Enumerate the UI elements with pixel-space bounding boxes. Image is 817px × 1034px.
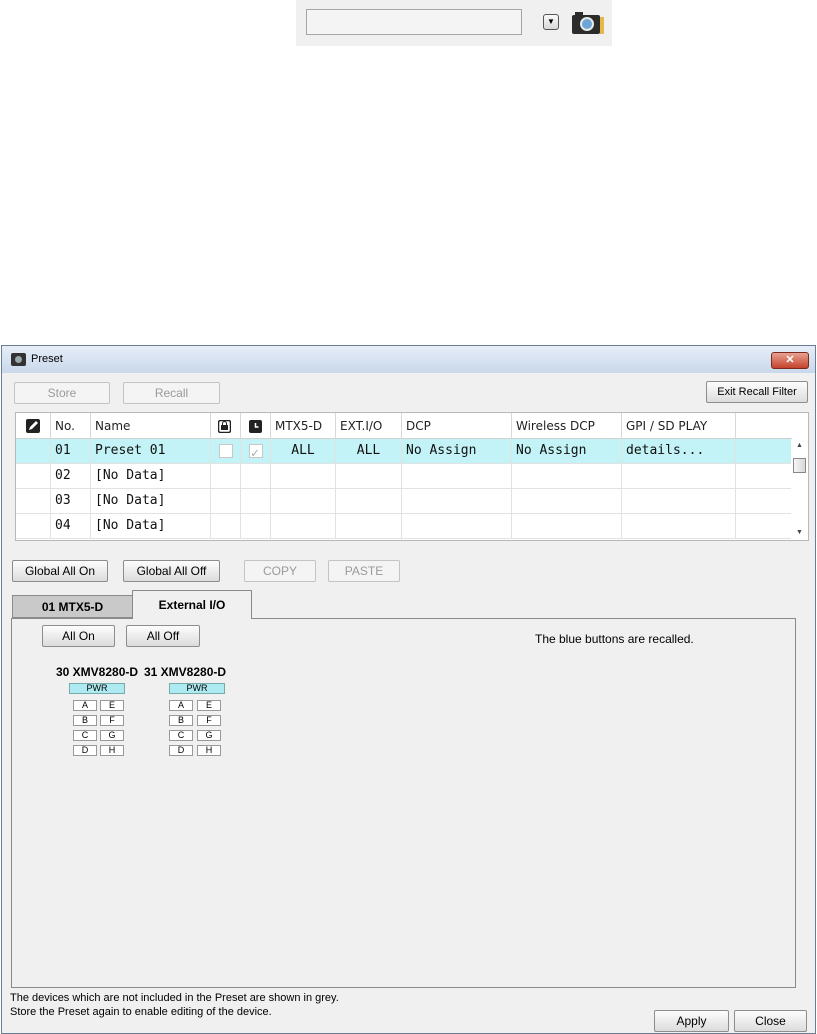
pwr-button[interactable]: PWR (169, 683, 225, 694)
row-name[interactable]: [No Data] (91, 489, 211, 513)
channel-button[interactable]: B (169, 715, 193, 726)
all-on-button[interactable]: All On (42, 625, 115, 647)
channel-button[interactable]: F (197, 715, 221, 726)
lock-icon (218, 420, 231, 433)
col-no[interactable]: No. (51, 413, 91, 439)
col-gpi[interactable]: GPI / SD PLAY (622, 413, 736, 439)
col-dcp[interactable]: DCP (402, 413, 512, 439)
global-all-off-button[interactable]: Global All Off (123, 560, 220, 582)
close-button[interactable]: Close (734, 1010, 807, 1032)
col-name[interactable]: Name (91, 413, 211, 439)
channel-button[interactable]: D (169, 745, 193, 756)
protect-checkbox[interactable] (219, 444, 233, 458)
row-no: 02 (51, 464, 91, 488)
col-mtx5d[interactable]: MTX5-D (271, 413, 336, 439)
device-31: 31 XMV8280-D PWR A E B F C G D H (144, 665, 234, 756)
channel-button[interactable]: C (73, 730, 97, 741)
external-io-panel: All On All Off The blue buttons are reca… (11, 618, 796, 988)
table-scrollbar[interactable]: ▲ ▼ (791, 439, 808, 540)
channel-button[interactable]: D (73, 745, 97, 756)
row-no: 01 (51, 439, 91, 463)
col-wireless-dcp[interactable]: Wireless DCP (512, 413, 622, 439)
recall-button[interactable]: Recall (123, 382, 220, 404)
grey-devices-note: The devices which are not included in th… (10, 992, 339, 1004)
all-off-button[interactable]: All Off (126, 625, 200, 647)
table-header: No. Name MTX5-D EXT.I/O DCP Wireless DCP… (16, 413, 792, 439)
table-row[interactable]: 03 [No Data] (16, 489, 792, 514)
top-toolbar: ▼ (296, 0, 612, 46)
col-extio[interactable]: EXT.I/O (336, 413, 402, 439)
scroll-down-icon[interactable]: ▼ (791, 526, 808, 540)
scheduler-checkbox[interactable] (249, 442, 263, 466)
channel-button[interactable]: G (197, 730, 221, 741)
app-icon (11, 353, 26, 366)
window-title: Preset (31, 353, 63, 365)
row-dcp[interactable]: No Assign (402, 439, 512, 463)
table-row[interactable]: 04 [No Data] (16, 514, 792, 539)
title-bar: Preset ✕ (2, 346, 815, 373)
channel-button[interactable]: C (169, 730, 193, 741)
device-name: 30 XMV8280-D (56, 665, 139, 679)
table-row[interactable]: 01 Preset 01 ALL ALL No Assign No Assign… (16, 439, 792, 466)
preset-window: Preset ✕ Store Recall Exit Recall Filter… (1, 345, 816, 1034)
exit-recall-filter-button[interactable]: Exit Recall Filter (706, 381, 808, 403)
channel-button[interactable]: A (169, 700, 193, 711)
row-extio[interactable]: ALL (336, 439, 402, 463)
chevron-down-icon: ▼ (547, 17, 555, 26)
paste-button[interactable]: PASTE (328, 560, 400, 582)
store-button[interactable]: Store (14, 382, 110, 404)
channel-button[interactable]: F (100, 715, 124, 726)
channel-button[interactable]: E (100, 700, 124, 711)
row-name[interactable]: Preset 01 (91, 439, 211, 463)
channel-button[interactable]: H (100, 745, 124, 756)
preset-table: No. Name MTX5-D EXT.I/O DCP Wireless DCP… (15, 412, 809, 541)
row-gpi[interactable]: details... (622, 439, 736, 463)
row-name[interactable]: [No Data] (91, 514, 211, 538)
camera-icon[interactable] (571, 10, 605, 36)
row-no: 04 (51, 514, 91, 538)
tab-01-mtx5-d[interactable]: 01 MTX5-D (12, 595, 133, 618)
table-row[interactable]: 02 [No Data] (16, 464, 792, 489)
apply-button[interactable]: Apply (654, 1010, 729, 1032)
clock-icon (249, 420, 262, 433)
preset-name-field[interactable] (306, 9, 522, 35)
close-window-button[interactable]: ✕ (771, 352, 809, 369)
copy-button[interactable]: COPY (244, 560, 316, 582)
row-wireless-dcp[interactable]: No Assign (512, 439, 622, 463)
channel-button[interactable]: G (100, 730, 124, 741)
row-no: 03 (51, 489, 91, 513)
channel-button[interactable]: B (73, 715, 97, 726)
scroll-up-icon[interactable]: ▲ (791, 439, 808, 453)
channel-button[interactable]: A (73, 700, 97, 711)
edit-icon (26, 419, 40, 433)
global-all-on-button[interactable]: Global All On (12, 560, 108, 582)
tab-external-io[interactable]: External I/O (132, 590, 252, 619)
store-again-note: Store the Preset again to enable editing… (10, 1006, 272, 1018)
channel-button[interactable]: E (197, 700, 221, 711)
channel-button[interactable]: H (197, 745, 221, 756)
row-mtx5d[interactable]: ALL (271, 439, 336, 463)
pwr-button[interactable]: PWR (69, 683, 125, 694)
device-30: 30 XMV8280-D PWR A E B F C G D H (56, 665, 146, 756)
recalled-note: The blue buttons are recalled. (535, 632, 694, 646)
scroll-thumb[interactable] (793, 458, 806, 473)
dropdown-button[interactable]: ▼ (543, 14, 559, 30)
device-name: 31 XMV8280-D (144, 665, 227, 679)
row-name[interactable]: [No Data] (91, 464, 211, 488)
